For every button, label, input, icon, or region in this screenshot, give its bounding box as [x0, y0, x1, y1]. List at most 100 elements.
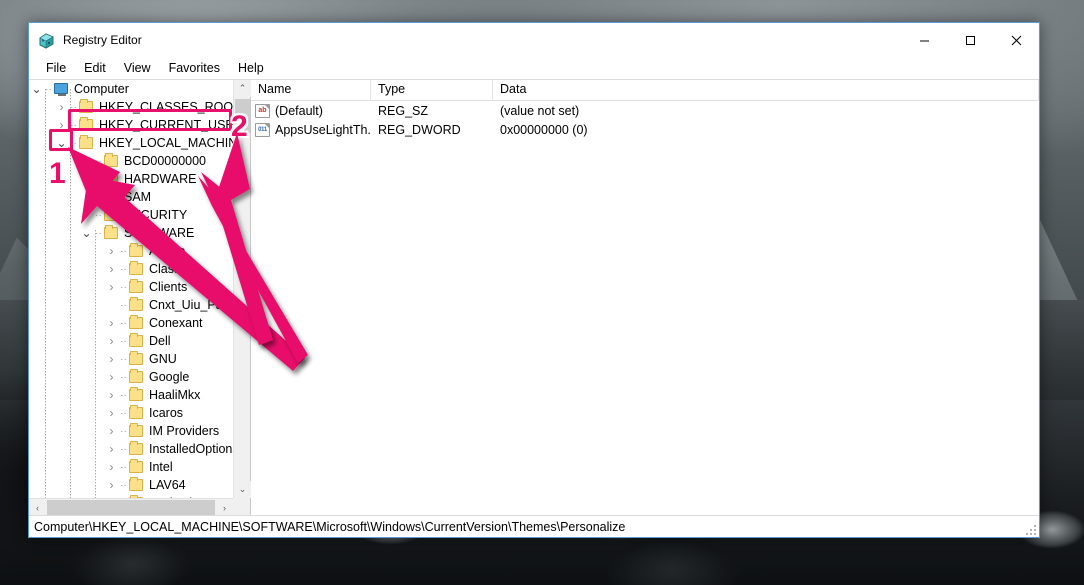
- dword-value-icon: 011: [255, 122, 270, 137]
- tree-node[interactable]: ·· SECURITY: [29, 206, 233, 224]
- tree-node-label: SECURITY: [124, 208, 188, 222]
- tree-node[interactable]: › ·· IM Providers: [29, 422, 233, 440]
- registry-editor-icon: [38, 32, 55, 49]
- chevron-right-icon[interactable]: ›: [104, 242, 119, 260]
- tree-node[interactable]: › ·· SAM: [29, 188, 233, 206]
- tree-node[interactable]: › ·· Clients: [29, 278, 233, 296]
- tree-connector: ··: [120, 263, 127, 275]
- tree-node[interactable]: › ·· Google: [29, 368, 233, 386]
- menu-item-favorites[interactable]: Favorites: [160, 58, 229, 78]
- chevron-right-icon[interactable]: ›: [104, 278, 119, 296]
- editor-panes: ⌄ ·· Computer › ·· HKEY_CLASSES_ROOT › ·· HKEY_C…: [29, 79, 1039, 516]
- scroll-down-arrow-icon[interactable]: ⌄: [234, 481, 251, 498]
- tree-node[interactable]: ⌄ ·· Computer: [29, 80, 233, 98]
- tree-connector: ··: [120, 317, 127, 329]
- tree-hscroll-thumb[interactable]: [47, 500, 215, 515]
- tree-node[interactable]: › ·· HARDWARE: [29, 170, 233, 188]
- tree-node[interactable]: › ·· GNU: [29, 350, 233, 368]
- chevron-right-icon[interactable]: ›: [104, 368, 119, 386]
- folder-icon: [103, 188, 120, 206]
- chevron-right-icon[interactable]: ›: [104, 458, 119, 476]
- column-header[interactable]: Data: [493, 80, 1039, 101]
- tree-node[interactable]: › ·· HKEY_CURRENT_USER: [29, 116, 233, 134]
- registry-tree: ⌄ ·· Computer › ·· HKEY_CLASSES_ROOT › ·· HKEY_C…: [29, 80, 233, 498]
- tree-horizontal-scrollbar[interactable]: ‹ ›: [29, 498, 233, 516]
- tree-node[interactable]: › ·· Conexant: [29, 314, 233, 332]
- minimize-button[interactable]: [901, 23, 947, 57]
- tree-connector: ··: [120, 443, 127, 455]
- maximize-icon: [965, 35, 975, 45]
- chevron-right-icon[interactable]: ›: [79, 170, 94, 188]
- tree-vertical-scrollbar[interactable]: ⌃ ⌄: [233, 80, 251, 498]
- close-button[interactable]: [993, 23, 1039, 57]
- folder-icon: [78, 134, 95, 152]
- tree-node[interactable]: › ·· Icaros: [29, 404, 233, 422]
- menu-item-file[interactable]: File: [37, 58, 75, 78]
- chevron-right-icon[interactable]: ›: [104, 422, 119, 440]
- folder-icon: [128, 242, 145, 260]
- value-row[interactable]: ab (Default) REG_SZ (value not set): [251, 101, 1039, 120]
- chevron-right-icon[interactable]: ›: [104, 350, 119, 368]
- tree-scroll-thumb[interactable]: [235, 99, 250, 133]
- column-header[interactable]: Type: [371, 80, 493, 101]
- chevron-right-icon[interactable]: ›: [104, 476, 119, 494]
- chevron-down-icon[interactable]: ⌄: [54, 134, 69, 152]
- menu-item-help[interactable]: Help: [229, 58, 273, 78]
- tree-node-label: SOFTWARE: [124, 226, 195, 240]
- tree-node-label: Classes: [149, 262, 194, 276]
- value-type: REG_DWORD: [378, 122, 461, 137]
- resize-grip[interactable]: [1024, 523, 1036, 535]
- tree-connector: ··: [70, 137, 77, 149]
- string-value-icon: ab: [255, 103, 270, 118]
- chevron-right-icon[interactable]: ›: [104, 314, 119, 332]
- tree-node-label: Dell: [149, 334, 171, 348]
- menu-item-view[interactable]: View: [115, 58, 160, 78]
- tree-node[interactable]: › ·· HaaliMkx: [29, 386, 233, 404]
- tree-node-label: Adobe: [149, 244, 186, 258]
- chevron-right-icon[interactable]: ›: [54, 98, 69, 116]
- folder-icon: [128, 278, 145, 296]
- folder-icon: [128, 404, 145, 422]
- chevron-right-icon[interactable]: ›: [104, 386, 119, 404]
- chevron-right-icon[interactable]: ›: [104, 332, 119, 350]
- chevron-right-icon[interactable]: ›: [79, 152, 94, 170]
- tree-node[interactable]: › ·· HKEY_CLASSES_ROOT: [29, 98, 233, 116]
- value-type: REG_SZ: [378, 103, 429, 118]
- values-column-headers: Name Type Data: [251, 80, 1039, 101]
- tree-node[interactable]: › ·· Adobe: [29, 242, 233, 260]
- tree-node[interactable]: ⌄ ·· HKEY_LOCAL_MACHINE: [29, 134, 233, 152]
- chevron-down-icon[interactable]: ⌄: [29, 80, 44, 98]
- chevron-right-icon[interactable]: ›: [104, 404, 119, 422]
- column-header[interactable]: Name: [251, 80, 371, 101]
- maximize-button[interactable]: [947, 23, 993, 57]
- menu-item-edit[interactable]: Edit: [75, 58, 115, 78]
- tree-node[interactable]: › ·· Dell: [29, 332, 233, 350]
- tree-node[interactable]: › ·· InstalledOptions: [29, 440, 233, 458]
- status-bar-path: Computer\HKEY_LOCAL_MACHINE\SOFTWARE\Mic…: [34, 519, 626, 534]
- menu-bar: File Edit View Favorites Help: [29, 57, 1039, 79]
- chevron-down-icon[interactable]: ⌄: [79, 224, 94, 242]
- tree-node[interactable]: ·· Cnxt_Uiu_Parms: [29, 296, 233, 314]
- tree-node[interactable]: › ·· Classes: [29, 260, 233, 278]
- scroll-left-arrow-icon[interactable]: ‹: [29, 499, 46, 516]
- scroll-up-arrow-icon[interactable]: ⌃: [234, 80, 251, 97]
- tree-node[interactable]: ⌄ ·· SOFTWARE: [29, 224, 233, 242]
- value-row[interactable]: 011 AppsUseLightTh... REG_DWORD 0x00000000 …: [251, 120, 1039, 139]
- folder-icon: [128, 350, 145, 368]
- registry-editor-window: Registry Editor File Edit View Favorites…: [28, 22, 1040, 538]
- tree-node[interactable]: › ·· BCD00000000: [29, 152, 233, 170]
- folder-icon: [128, 260, 145, 278]
- chevron-right-icon[interactable]: ›: [54, 116, 69, 134]
- tree-node-label: HARDWARE: [124, 172, 197, 186]
- value-icon-glyph: ab: [258, 107, 267, 114]
- window-titlebar[interactable]: Registry Editor: [29, 23, 1039, 57]
- chevron-right-icon[interactable]: ›: [104, 440, 119, 458]
- tree-node[interactable]: › ·· Intel: [29, 458, 233, 476]
- value-name: (Default): [275, 103, 323, 118]
- chevron-right-icon[interactable]: ›: [104, 260, 119, 278]
- chevron-right-icon[interactable]: ›: [79, 188, 94, 206]
- folder-icon: [103, 152, 120, 170]
- scroll-right-arrow-icon[interactable]: ›: [216, 499, 233, 516]
- tree-node[interactable]: › ·· LAV64: [29, 476, 233, 494]
